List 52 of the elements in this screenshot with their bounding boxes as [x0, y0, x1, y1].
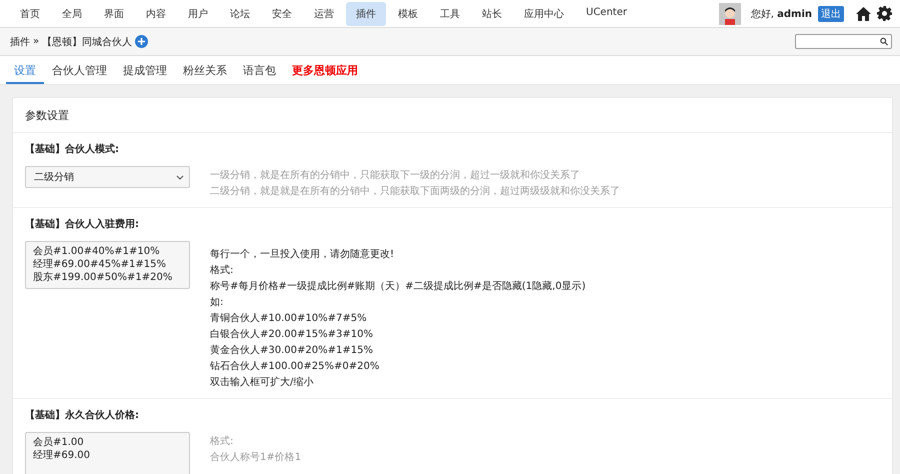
- tab[interactable]: 更多恩顿应用: [284, 56, 366, 84]
- nav-item[interactable]: 安全: [262, 2, 302, 26]
- nav-item[interactable]: 工具: [430, 2, 470, 26]
- nav-item[interactable]: 用户: [178, 2, 218, 26]
- avatar-icon: [718, 2, 741, 24]
- greeting-text: 您好, admin: [750, 8, 812, 20]
- help-text: 二级分销，就是就是在所有的分销中，只能获取下面两级的分润，超过两级级就和你没关系了: [210, 184, 620, 199]
- tab[interactable]: 语言包: [235, 56, 284, 84]
- tab[interactable]: 粉丝关系: [175, 56, 235, 84]
- nav-item[interactable]: 模板: [388, 2, 428, 26]
- panel-title: 参数设置: [25, 109, 69, 122]
- nav-item[interactable]: 界面: [94, 2, 134, 26]
- tab[interactable]: 设置: [6, 56, 44, 84]
- help-text: 称号#每月价格#一级提成比例#账期（天）#二级提成比例#是否隐藏(1隐藏,0显示): [210, 280, 586, 294]
- nav-item[interactable]: 内容: [136, 2, 176, 26]
- nav-item[interactable]: UCenter: [576, 2, 637, 26]
- help-text: 格式:: [210, 434, 234, 449]
- help-text: 格式:: [210, 264, 234, 278]
- breadcrumb-separator: »: [33, 36, 40, 47]
- nav-item[interactable]: 应用中心: [514, 2, 574, 26]
- help-text: 合伙人称号1#价格1: [210, 450, 302, 465]
- tab[interactable]: 合伙人管理: [44, 56, 115, 84]
- breadcrumb-current: 【恩顿】同城合伙人: [42, 36, 132, 48]
- help-text: 白银合伙人#20.00#15%#3#10%: [210, 328, 374, 342]
- chevron-icon: [176, 174, 184, 180]
- setting-label: 【基础】合伙人模式:: [25, 142, 120, 156]
- nav-item[interactable]: 首页: [10, 2, 50, 26]
- nav-item[interactable]: 全局: [52, 2, 92, 26]
- help-text: 如:: [210, 296, 224, 310]
- nav-item[interactable]: 站长: [472, 2, 512, 26]
- setting-label: 【基础】合伙人入驻费用:: [25, 217, 140, 231]
- help-text: 一级分销，就是在所有的分销中，只能获取下一级的分润，超过一级就和你没关系了: [210, 168, 581, 183]
- nav-item[interactable]: 论坛: [220, 2, 260, 26]
- mode-dropdown[interactable]: 二级分销: [25, 166, 190, 188]
- logout-button[interactable]: 退出: [818, 6, 844, 22]
- nav-item[interactable]: 插件: [346, 2, 386, 26]
- textarea-field[interactable]: 会员#1.00 经理#69.00: [25, 432, 190, 474]
- setting-label: 【基础】永久合伙人价格:: [25, 408, 140, 422]
- textarea-field[interactable]: 会员#1.00#40%#1#10% 经理#69.00#45%#1#15% 股东#199.00#50%#1#20%: [25, 241, 190, 289]
- search-icon[interactable]: [880, 37, 888, 46]
- tab[interactable]: 提成管理: [115, 56, 175, 84]
- settings-icon[interactable]: [877, 6, 892, 21]
- help-text: 每行一个，一旦投入使用，请勿随意更改!: [210, 248, 396, 262]
- breadcrumb-link[interactable]: 插件: [10, 34, 30, 48]
- home-icon[interactable]: [856, 6, 871, 20]
- help-text: 青铜合伙人#10.00#10%#7#5%: [210, 312, 368, 326]
- help-text: 双击输入框可扩大/缩小: [210, 376, 314, 390]
- help-text: 黄金合伙人#30.00#20%#1#15%: [210, 344, 374, 358]
- add-icon[interactable]: [135, 35, 148, 48]
- help-text: 钻石合伙人#100.00#25%#0#20%: [210, 360, 380, 374]
- search-field[interactable]: [795, 34, 892, 49]
- nav-item[interactable]: 运营: [304, 2, 344, 26]
